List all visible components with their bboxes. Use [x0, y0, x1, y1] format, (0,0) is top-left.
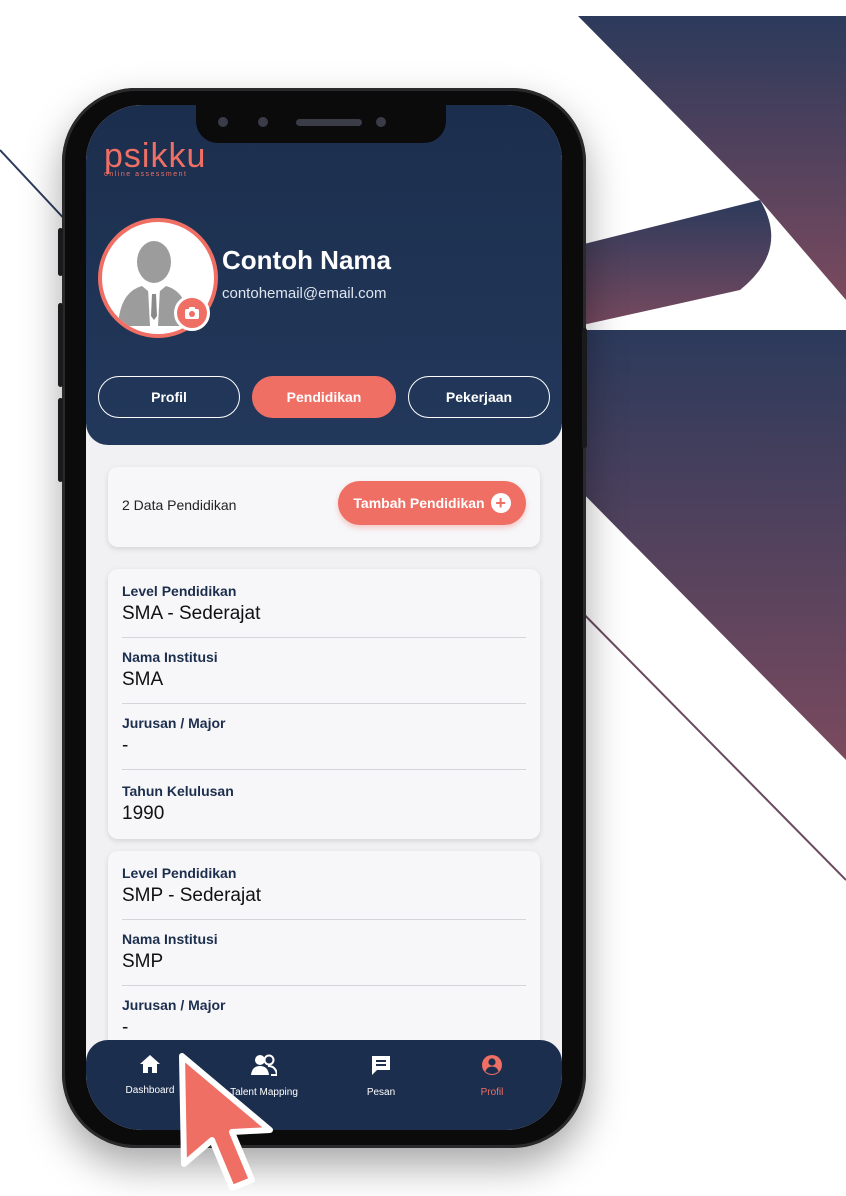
education-field: Level Pendidikan SMP - Sederajat	[122, 865, 526, 920]
field-label: Jurusan / Major	[122, 997, 226, 1013]
tab-profil[interactable]: Profil	[98, 376, 240, 418]
field-divider	[122, 919, 526, 920]
phone-screen: psikku online assessment Contoh Nama con…	[86, 105, 562, 1130]
education-field: Jurusan / Major -	[122, 997, 526, 1039]
phone-side-button	[58, 303, 63, 387]
user-email: contohemail@email.com	[222, 285, 387, 302]
profile-header: psikku online assessment Contoh Nama con…	[86, 105, 562, 445]
app-logo: psikku online assessment	[104, 139, 206, 178]
education-card[interactable]: Level Pendidikan SMA - Sederajat Nama In…	[108, 569, 540, 839]
field-divider	[122, 703, 526, 704]
education-field: Nama Institusi SMP	[122, 931, 526, 986]
change-photo-button[interactable]	[174, 295, 210, 331]
bottom-navigation: Dashboard Talent Mapping Pesan Profil	[86, 1040, 562, 1130]
field-label: Tahun Kelulusan	[122, 783, 234, 799]
nav-label: Profil	[480, 1087, 504, 1098]
add-education-label: Tambah Pendidikan	[353, 495, 485, 511]
nav-profil[interactable]: Profil	[442, 1054, 542, 1098]
field-divider	[122, 637, 526, 638]
field-label: Nama Institusi	[122, 649, 218, 665]
phone-notch	[196, 105, 446, 143]
education-summary-card: 2 Data Pendidikan Tambah Pendidikan +	[108, 467, 540, 547]
phone-side-button	[58, 398, 63, 482]
field-value: SMP - Sederajat	[122, 885, 262, 906]
user-name: Contoh Nama	[222, 245, 391, 275]
plus-icon: +	[490, 493, 511, 513]
education-card[interactable]: Level Pendidikan SMP - Sederajat Nama In…	[108, 851, 540, 1071]
field-label: Nama Institusi	[122, 931, 218, 947]
nav-pesan[interactable]: Pesan	[331, 1054, 431, 1098]
nav-label: Pesan	[366, 1087, 396, 1098]
field-value: SMA	[122, 669, 164, 690]
tab-pendidikan[interactable]: Pendidikan	[252, 376, 396, 418]
phone-side-button	[58, 228, 63, 276]
field-divider	[122, 985, 526, 986]
phone-side-button	[582, 328, 587, 448]
tab-pekerjaan[interactable]: Pekerjaan	[408, 376, 550, 418]
education-field: Level Pendidikan SMA - Sederajat	[122, 583, 526, 638]
field-label: Jurusan / Major	[122, 715, 226, 731]
camera-dot	[218, 117, 228, 127]
education-field: Tahun Kelulusan 1990	[122, 783, 526, 825]
field-value: 1990	[122, 803, 165, 824]
logo-word: psikku	[104, 137, 207, 175]
field-divider	[122, 769, 526, 770]
field-value: SMA - Sederajat	[122, 603, 261, 624]
home-icon	[140, 1055, 160, 1073]
speaker-grille	[296, 119, 362, 126]
field-value: -	[122, 1017, 129, 1038]
field-value: -	[122, 735, 129, 756]
camera-dot	[376, 117, 386, 127]
field-label: Level Pendidikan	[122, 865, 237, 881]
field-label: Level Pendidikan	[122, 583, 237, 599]
message-icon	[372, 1056, 390, 1075]
pointer-cursor-icon	[179, 1053, 273, 1191]
add-education-button[interactable]: Tambah Pendidikan +	[338, 481, 526, 525]
education-field: Nama Institusi SMA	[122, 649, 526, 704]
education-field: Jurusan / Major -	[122, 715, 526, 770]
field-value: SMP	[122, 951, 164, 972]
camera-dot	[258, 117, 268, 127]
education-count: 2 Data Pendidikan	[122, 497, 237, 513]
camera-icon	[185, 307, 199, 319]
user-circle-icon	[482, 1055, 502, 1075]
